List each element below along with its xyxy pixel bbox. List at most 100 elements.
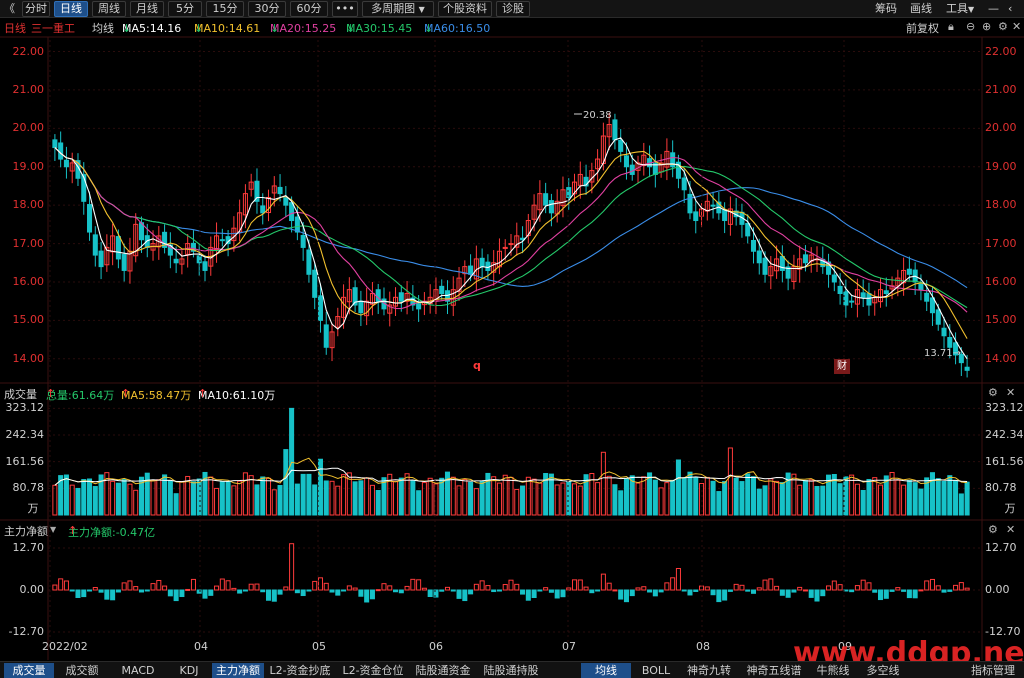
- tab-long-short[interactable]: 多空线: [859, 663, 907, 678]
- volume-bar: [312, 484, 318, 516]
- flow-bar: [214, 585, 220, 591]
- finance-report-badge[interactable]: 财: [834, 359, 850, 374]
- volume-bar: [110, 480, 116, 516]
- volume-label[interactable]: 成交量: [4, 386, 37, 402]
- tab-volume[interactable]: 成交量: [4, 663, 54, 678]
- candle-body: [750, 239, 757, 252]
- kline-chart[interactable]: [0, 0, 1024, 661]
- volume-bar: [115, 482, 121, 516]
- volume-bar: [237, 480, 243, 516]
- chevron-down-icon[interactable]: ▼: [50, 525, 56, 534]
- close-icon[interactable]: ✕: [1006, 523, 1015, 536]
- candle-body: [935, 309, 941, 325]
- price-tick-label: 18.00: [12, 198, 45, 212]
- flow-bar: [341, 589, 347, 592]
- tab-bull-bear[interactable]: 牛熊线: [809, 663, 857, 678]
- volume-bar: [393, 480, 399, 516]
- date-tick-label: 05: [312, 640, 326, 653]
- candle-body: [762, 257, 768, 275]
- flow-bar: [791, 589, 797, 593]
- volume-bar: [231, 485, 237, 516]
- tab-l2-position[interactable]: L2-资金仓位: [337, 663, 409, 678]
- event-marker-q[interactable]: q: [473, 359, 481, 372]
- flow-bar: [260, 589, 266, 593]
- flow-bar: [381, 583, 387, 591]
- flow-bar: [508, 579, 514, 591]
- flow-label[interactable]: 主力净额: [4, 523, 48, 539]
- tab-indicator-manage[interactable]: 指标管理: [965, 663, 1021, 678]
- volume-bar: [675, 459, 681, 516]
- flow-bar: [727, 589, 733, 592]
- volume-bar: [727, 447, 733, 516]
- flow-bar: [75, 589, 81, 598]
- volume-bar: [877, 484, 884, 516]
- candle-body: [312, 269, 318, 298]
- volume-bar: [352, 481, 358, 516]
- volume-bar: [531, 478, 537, 516]
- volume-bar: [306, 473, 312, 516]
- flow-bar: [156, 579, 162, 591]
- tab-ma[interactable]: 均线: [581, 663, 631, 678]
- volume-bar: [716, 491, 722, 516]
- flow-bar: [629, 589, 635, 597]
- volume-bar: [63, 474, 69, 516]
- volume-bar: [849, 474, 855, 516]
- price-tick-label: 19.00: [985, 159, 1017, 173]
- volume-bar: [750, 476, 757, 516]
- flow-bar: [133, 586, 139, 591]
- volume-bar: [208, 476, 214, 516]
- flow-bar: [600, 573, 606, 591]
- flow-value-text: 主力净额:-0.47亿: [68, 526, 156, 539]
- tab-kdj[interactable]: KDJ: [168, 663, 210, 678]
- tab-macd[interactable]: MACD: [110, 663, 166, 678]
- flow-bar: [404, 585, 410, 591]
- flow-bar: [595, 589, 601, 592]
- volume-tick-label: 80.78: [12, 481, 45, 495]
- settings-icon[interactable]: ⚙: [988, 386, 998, 399]
- volume-bar: [260, 476, 266, 516]
- tab-l2-bottom[interactable]: L2-资金抄底: [265, 663, 335, 678]
- volume-bar: [87, 478, 93, 516]
- volume-bar: [595, 482, 601, 516]
- volume-bar: [860, 489, 866, 516]
- flow-bar: [427, 589, 433, 597]
- candle-body: [548, 200, 554, 214]
- flow-bar: [300, 589, 306, 597]
- candle-body: [416, 303, 422, 310]
- volume-bar: [508, 476, 514, 516]
- volume-bar: [929, 472, 935, 516]
- flow-bar: [860, 579, 866, 591]
- volume-bar: [745, 473, 751, 516]
- candle-body: [918, 283, 924, 291]
- tab-wave5[interactable]: 神奇五线谱: [741, 663, 807, 678]
- tab-boll[interactable]: BOLL: [635, 663, 677, 678]
- volume-bar: [802, 480, 808, 516]
- price-tick-label: 17.00: [12, 236, 45, 250]
- flow-bar: [664, 582, 670, 591]
- tab-turnover[interactable]: 成交额: [56, 663, 108, 678]
- date-tick-label: 06: [429, 640, 443, 653]
- candle-body: [722, 209, 728, 222]
- flow-bar: [912, 589, 918, 599]
- flow-bar: [745, 589, 751, 592]
- volume-bar: [265, 477, 272, 516]
- candle-body: [52, 139, 58, 149]
- settings-icon[interactable]: ⚙: [988, 523, 998, 536]
- flow-bar: [450, 589, 456, 592]
- flow-bar: [531, 589, 537, 599]
- tab-main-flow[interactable]: 主力净额: [212, 663, 264, 678]
- volume-bar: [375, 489, 381, 516]
- flow-bar: [820, 589, 826, 597]
- flow-bar: [641, 586, 647, 591]
- flow-bar: [277, 589, 283, 595]
- candle-body: [924, 292, 930, 302]
- volume-bar: [837, 483, 843, 516]
- volume-bar: [121, 479, 127, 516]
- flow-bar: [947, 589, 953, 592]
- tab-hk-flow[interactable]: 陆股通资金: [411, 663, 475, 678]
- tab-hk-hold[interactable]: 陆股通持股: [477, 663, 545, 678]
- close-icon[interactable]: ✕: [1006, 386, 1015, 399]
- volume-bar: [953, 479, 959, 516]
- volume-bar: [941, 480, 947, 516]
- tab-td9[interactable]: 神奇九转: [679, 663, 739, 678]
